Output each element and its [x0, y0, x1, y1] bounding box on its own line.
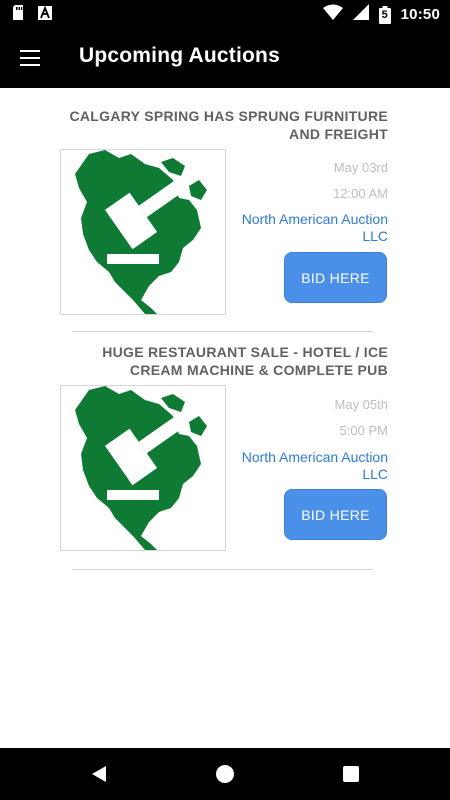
auction-company-link[interactable]: North American Auction LLC [228, 211, 388, 245]
home-circle-icon[interactable] [216, 765, 234, 783]
back-triangle-icon[interactable] [90, 765, 108, 783]
signal-icon [352, 4, 369, 25]
auction-item: HUGE RESTAURANT SALE - HOTEL / ICE CREAM… [0, 329, 450, 574]
a-icon [38, 5, 52, 25]
navigation-bar [0, 748, 450, 800]
wifi-icon [322, 4, 343, 25]
auction-title[interactable]: HUGE RESTAURANT SALE - HOTEL / ICE CREAM… [58, 343, 388, 379]
hamburger-menu-icon[interactable] [16, 44, 44, 72]
auction-image[interactable] [60, 385, 226, 551]
status-left-icons [12, 5, 52, 25]
auction-date: May 05th [334, 397, 388, 412]
bid-here-button[interactable]: BID HERE [284, 489, 387, 540]
status-time: 10:50 [400, 6, 440, 23]
north-america-gavel-logo [75, 150, 207, 314]
page-title: Upcoming Auctions [79, 44, 280, 67]
auction-title[interactable]: CALGARY SPRING HAS SPRUNG FURNITURE AND … [58, 107, 388, 143]
north-america-gavel-logo [75, 386, 207, 550]
recent-apps-square-icon[interactable] [343, 766, 359, 782]
auction-list: CALGARY SPRING HAS SPRUNG FURNITURE AND … [0, 88, 450, 570]
divider [72, 569, 373, 570]
auction-item: CALGARY SPRING HAS SPRUNG FURNITURE AND … [0, 88, 450, 333]
status-right-icons: 5 10:50 [322, 4, 440, 25]
auction-time: 12:00 AM [333, 186, 388, 201]
sd-card-icon [12, 5, 24, 25]
battery-icon: 5 [378, 5, 391, 24]
auction-image[interactable] [60, 149, 226, 315]
auction-time: 5:00 PM [339, 423, 388, 438]
status-bar: 5 10:50 [0, 0, 450, 28]
app-bar: Upcoming Auctions [0, 28, 450, 88]
auction-company-link[interactable]: North American Auction LLC [228, 449, 388, 483]
bid-here-button[interactable]: BID HERE [284, 252, 387, 303]
battery-level: 5 [381, 8, 388, 21]
auction-date: May 03rd [333, 160, 388, 175]
